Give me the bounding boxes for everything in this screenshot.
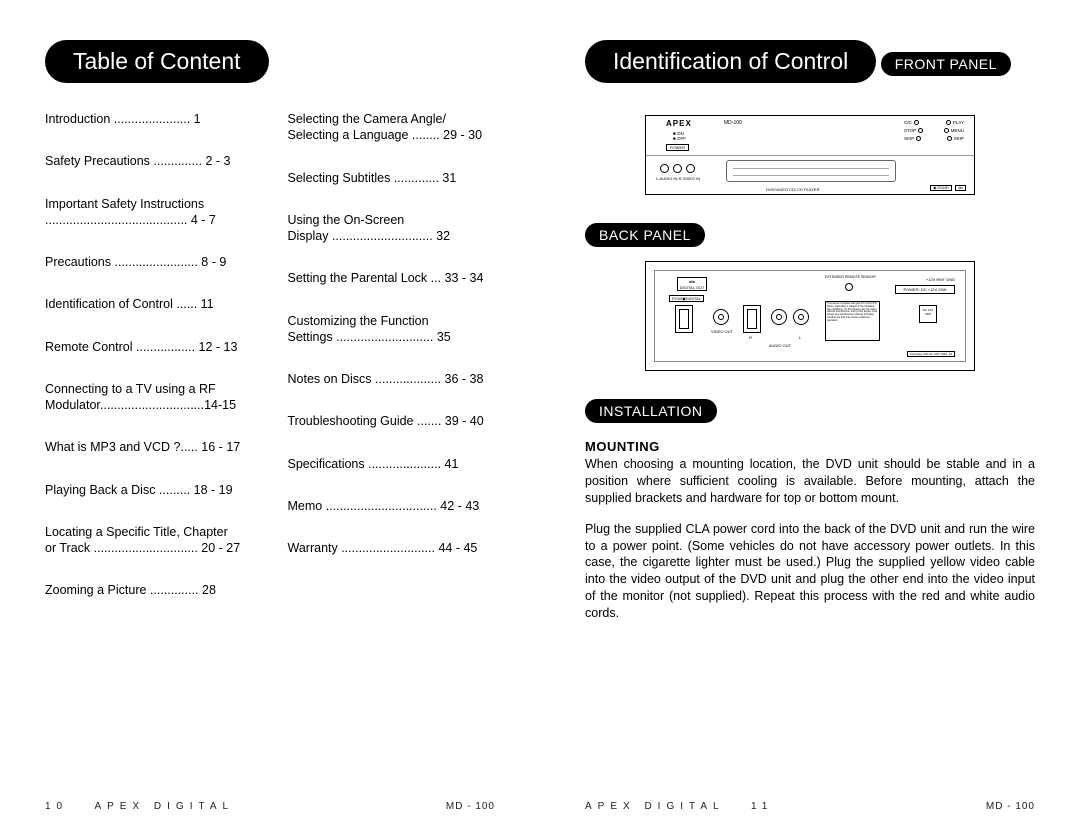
page-spread: Table of Content Introduction ..........… <box>0 0 1080 834</box>
toc-entry: Safety Precautions .............. 2 - 3 <box>45 153 258 169</box>
toc-entry: Zooming a Picture .............. 28 <box>45 582 258 598</box>
panel-model: MD-100 <box>724 120 742 126</box>
panel-brand: APEX <box>666 119 692 128</box>
back-panel-label: BACK PANEL <box>585 223 705 247</box>
footer-left: 10 APEX DIGITAL MD - 100 <box>45 801 495 812</box>
toc-entry: Locating a Specific Title, Chapter or Tr… <box>45 524 258 557</box>
toc-entry: Identification of Control ...... 11 <box>45 296 258 312</box>
page-number: 10 APEX DIGITAL <box>45 801 234 812</box>
l-label: L <box>799 335 801 340</box>
tray-label: DVD/VIDEO CD/ CD PLAYER <box>766 187 820 192</box>
toc-entry: Important Safety Instructions ..........… <box>45 196 258 229</box>
pcm-label: PCM/▣DIGITAL <box>669 295 704 302</box>
footer-right: MD - 100 APEX DIGITAL 11 <box>585 801 1035 812</box>
fcc-warning: This device complies with part 15 of the… <box>825 301 880 341</box>
toc-entry: Notes on Discs ................... 36 - … <box>288 371 501 387</box>
footer-model: MD - 100 <box>446 801 495 812</box>
toc-entry: Customizing the Function Settings ......… <box>288 313 501 346</box>
panel-lights: ■ ON■ OFF <box>673 131 686 141</box>
page-right: Identification of Control FRONT PANEL AP… <box>540 0 1080 834</box>
mounting-para-1: When choosing a mounting location, the D… <box>585 456 1035 507</box>
footer-model: MD - 100 <box>986 801 1035 812</box>
front-panel-diagram: APEX MD-100 ■ ON■ OFF POWER O/C PLAY STO… <box>645 115 975 195</box>
toc-entry: Selecting the Camera Angle/ Selecting a … <box>288 111 501 144</box>
toc-entry: Using the On-Screen Display ............… <box>288 212 501 245</box>
toc-entry: Precautions ........................ 8 -… <box>45 254 258 270</box>
sensor-label: EXTENDED REMOTE SENSOR <box>825 275 876 279</box>
audio-l-jack <box>793 309 809 325</box>
front-panel-label: FRONT PANEL <box>881 52 1011 76</box>
page-number: APEX DIGITAL 11 <box>585 801 773 812</box>
toc-entry: Warranty ........................... 44 … <box>288 540 501 556</box>
page-left: Table of Content Introduction ..........… <box>0 0 540 834</box>
toc-entry: Remote Control ................. 12 - 13 <box>45 339 258 355</box>
input-jacks <box>660 164 695 173</box>
video-out-jack <box>713 309 729 325</box>
toc-entry: Playing Back a Disc ......... 18 - 19 <box>45 482 258 498</box>
toc-entry: Connecting to a TV using a RF Modulator.… <box>45 381 258 414</box>
disc-tray <box>726 160 896 182</box>
heading-pill-right: Identification of Control <box>585 40 876 83</box>
format-logos: ▣ DOLBY dts <box>930 185 966 191</box>
video-out-label: VIDEO OUT <box>710 329 734 334</box>
remote-sensor <box>845 283 853 291</box>
heading-pill-left: Table of Content <box>45 40 269 83</box>
power-rating-box: POWER: DC +12V 25W <box>895 285 955 294</box>
toc-entry: Memo ................................ 42… <box>288 498 501 514</box>
dts-logo: dtsDIGITAL OUT <box>677 277 707 291</box>
toc-columns: Introduction ...................... 1 Sa… <box>45 111 500 625</box>
power-button: POWER <box>666 144 689 151</box>
toc-entry: Setting the Parental Lock ... 33 - 34 <box>288 270 501 286</box>
cert-label: Complies with 21 CRT 1040, 10 <box>907 351 955 357</box>
audio-port-r <box>743 305 761 333</box>
r-label: R <box>749 335 752 340</box>
toc-entry: What is MP3 and VCD ?..... 16 - 17 <box>45 439 258 455</box>
mounting-para-2: Plug the supplied CLA power cord into th… <box>585 521 1035 622</box>
panel-buttons: O/C PLAY STOP MENU SKIP SKIP <box>904 120 964 144</box>
audio-r-jack <box>771 309 787 325</box>
toc-entry: Introduction ...................... 1 <box>45 111 258 127</box>
toc-entry: Troubleshooting Guide ....... 39 - 40 <box>288 413 501 429</box>
audio-out-label: AUDIO OUT <box>755 343 805 348</box>
installation-label: INSTALLATION <box>585 399 717 423</box>
back-panel-diagram: dtsDIGITAL OUT PCM/▣DIGITAL VIDEO OUT R … <box>645 261 975 371</box>
jack-labels: L-AUDIO IN-R VIDEO IN <box>656 176 700 181</box>
dc-jack: DC 12V 25W <box>919 305 937 323</box>
toc-col-2: Selecting the Camera Angle/ Selecting a … <box>288 111 501 625</box>
toc-entry: Selecting Subtitles ............. 31 <box>288 170 501 186</box>
mounting-heading: MOUNTING <box>585 439 1035 454</box>
toc-col-1: Introduction ...................... 1 Sa… <box>45 111 258 625</box>
power-pins-label: +12V RMT GND <box>926 277 955 282</box>
toc-entry: Specifications ..................... 41 <box>288 456 501 472</box>
digital-port <box>675 305 693 333</box>
